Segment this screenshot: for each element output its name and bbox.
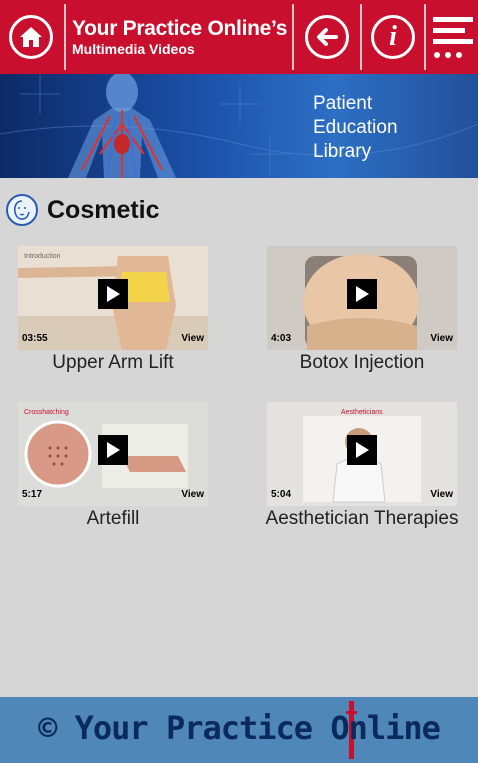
video-duration: 5:04 bbox=[271, 489, 292, 500]
view-link[interactable]: View bbox=[430, 333, 453, 344]
back-button[interactable] bbox=[296, 0, 358, 74]
app-title: Your Practice Online’s Multimedia Videos bbox=[66, 0, 292, 74]
view-link[interactable]: View bbox=[181, 333, 204, 344]
app-title-main: Your Practice Online’s bbox=[72, 17, 288, 40]
video-title[interactable]: Botox Injection bbox=[242, 352, 478, 374]
home-button[interactable] bbox=[0, 0, 62, 74]
thumb-caption: Crosshatching bbox=[24, 409, 69, 416]
footer-banner: © Your Practice Online bbox=[0, 697, 478, 763]
section-title: Cosmetic bbox=[47, 195, 160, 224]
video-title[interactable]: Artefill bbox=[0, 508, 233, 530]
arrow-left-icon bbox=[305, 15, 349, 59]
video-duration: 5:17 bbox=[22, 489, 43, 500]
banner-line-1: Patient bbox=[313, 93, 373, 114]
thumb-caption: Aestheticians bbox=[341, 409, 383, 416]
view-link[interactable]: View bbox=[181, 489, 204, 500]
section-heading: Cosmetic bbox=[6, 194, 160, 226]
app-title-sub: Multimedia Videos bbox=[72, 41, 195, 57]
app-header: Your Practice Online’s Multimedia Videos… bbox=[0, 0, 478, 74]
footer-copyright: © Your Practice Online bbox=[38, 709, 441, 747]
play-icon bbox=[347, 435, 377, 465]
menu-button[interactable] bbox=[427, 0, 478, 74]
video-title[interactable]: Upper Arm Lift bbox=[0, 352, 233, 374]
play-icon bbox=[98, 279, 128, 309]
video-thumbnail[interactable]: 4:03 View bbox=[267, 246, 457, 350]
home-icon bbox=[9, 15, 53, 59]
video-title[interactable]: Aesthetician Therapies bbox=[242, 508, 478, 530]
banner-title: Patient Education Library bbox=[313, 92, 463, 164]
info-icon: i bbox=[371, 15, 415, 59]
banner-line-2: Education bbox=[313, 117, 398, 138]
video-duration: 03:55 bbox=[22, 333, 48, 344]
play-icon bbox=[347, 279, 377, 309]
face-icon bbox=[6, 194, 38, 226]
view-link[interactable]: View bbox=[430, 489, 453, 500]
video-thumbnail[interactable]: Aestheticians 5:04 View bbox=[267, 402, 457, 506]
banner-line-3: Library bbox=[313, 141, 372, 162]
info-button[interactable]: i bbox=[363, 0, 423, 74]
thumb-caption: Introduction bbox=[24, 253, 61, 260]
video-duration: 4:03 bbox=[271, 333, 292, 344]
play-icon bbox=[98, 435, 128, 465]
video-thumbnail[interactable]: Introduction 03:55 View bbox=[18, 246, 208, 350]
banner: Patient Education Library bbox=[0, 74, 478, 178]
video-thumbnail[interactable]: Crosshatching 5:17 View bbox=[18, 402, 208, 506]
menu-icon bbox=[432, 17, 473, 58]
